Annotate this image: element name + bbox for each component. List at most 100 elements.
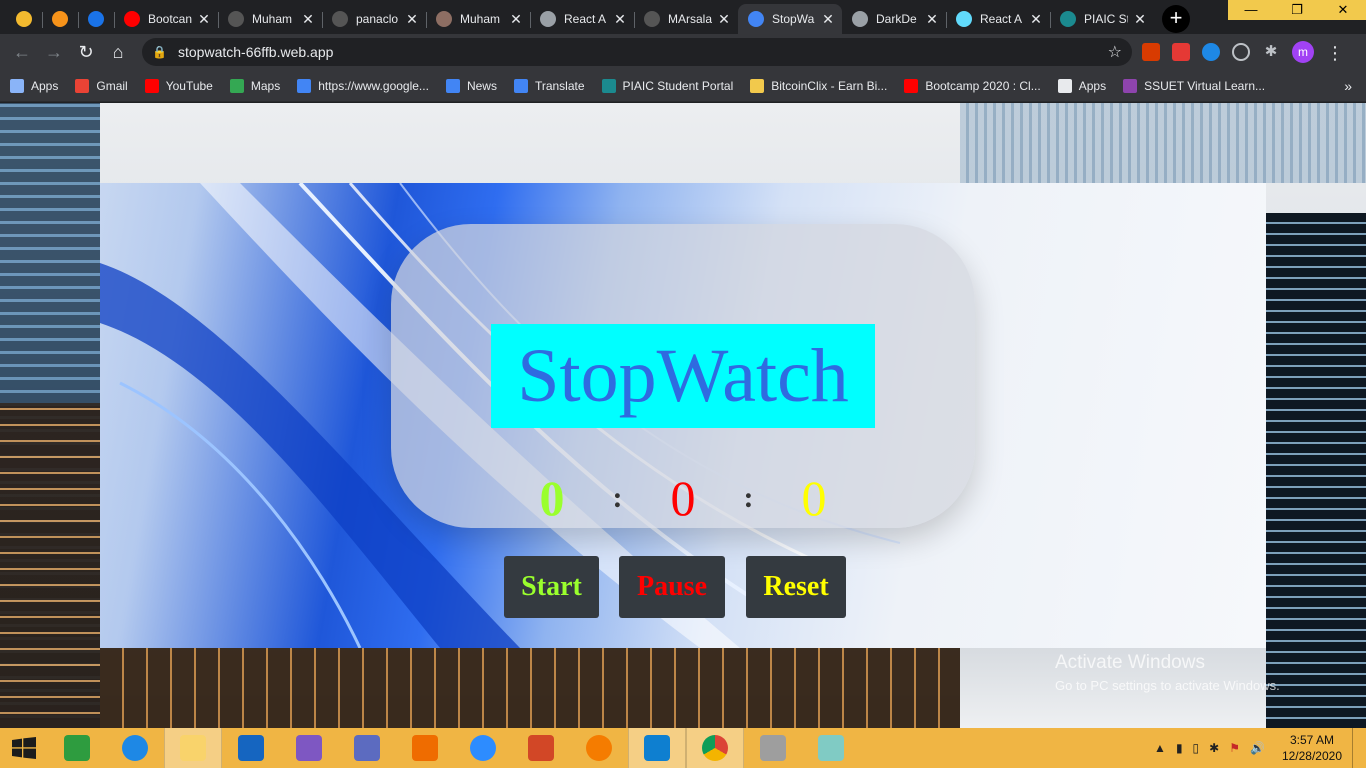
- compass-extension-icon[interactable]: [1202, 43, 1220, 61]
- news-icon: [445, 78, 460, 93]
- taskbar-app[interactable]: [570, 728, 628, 768]
- zoom-icon: [470, 735, 496, 761]
- bookmark-item[interactable]: Maps: [229, 78, 280, 93]
- taskbar-app[interactable]: [744, 728, 802, 768]
- taskbar-app[interactable]: [106, 728, 164, 768]
- network-signal-icon[interactable]: ▮: [1176, 741, 1183, 755]
- bookmark-item[interactable]: Gmail: [75, 78, 128, 93]
- close-tab-icon[interactable]: ✕: [1132, 11, 1148, 28]
- ssuet-icon: [1123, 78, 1138, 93]
- back-button[interactable]: ←: [8, 38, 36, 66]
- close-tab-icon[interactable]: ✕: [300, 11, 316, 28]
- restore-button[interactable]: ❐: [1274, 0, 1320, 20]
- browser-tab[interactable]: Muham ✕: [218, 4, 322, 34]
- minimize-button[interactable]: —: [1228, 0, 1274, 20]
- browser-tab[interactable]: [42, 4, 78, 34]
- translate-icon: [513, 78, 528, 93]
- pdf-extension-icon[interactable]: [1172, 43, 1190, 61]
- address-bar[interactable]: 🔒 stopwatch-66ffb.web.app ☆: [142, 38, 1132, 66]
- notepad-icon: [818, 735, 844, 761]
- taskbar-app[interactable]: [396, 728, 454, 768]
- bookmark-item[interactable]: Translate: [513, 78, 585, 93]
- close-tab-icon[interactable]: ✕: [820, 11, 836, 28]
- url-text[interactable]: stopwatch-66ffb.web.app: [178, 44, 1108, 60]
- bookmark-item[interactable]: YouTube: [144, 78, 213, 93]
- close-tab-icon[interactable]: ✕: [1028, 11, 1044, 28]
- browser-tab[interactable]: DarkDe ✕: [842, 4, 946, 34]
- forward-button[interactable]: →: [40, 38, 68, 66]
- google-icon: [297, 78, 312, 93]
- battery-icon[interactable]: ▯: [1193, 741, 1200, 755]
- browser-tab[interactable]: Bootcan ✕: [114, 4, 218, 34]
- close-tab-icon[interactable]: ✕: [612, 11, 628, 28]
- pause-button[interactable]: Pause: [619, 556, 725, 618]
- profile-avatar[interactable]: m: [1292, 41, 1314, 63]
- browser-tab[interactable]: MArsala ✕: [634, 4, 738, 34]
- taskbar-app[interactable]: [280, 728, 338, 768]
- taskbar-app[interactable]: [454, 728, 512, 768]
- windows-start-button[interactable]: [0, 728, 48, 768]
- bookmark-label: BitcoinClix - Earn Bi...: [771, 78, 888, 93]
- taskbar-app[interactable]: [338, 728, 396, 768]
- bookmark-item[interactable]: PIAIC Student Portal: [601, 78, 733, 93]
- bookmark-item[interactable]: BitcoinClix - Earn Bi...: [750, 78, 888, 93]
- bookmarks-overflow-button[interactable]: »: [1344, 78, 1352, 94]
- close-tab-icon[interactable]: ✕: [716, 11, 732, 28]
- home-button[interactable]: ⌂: [104, 38, 132, 66]
- monitor-app-icon: [760, 735, 786, 761]
- reset-button[interactable]: Reset: [746, 556, 846, 618]
- bookmark-label: https://www.google...: [318, 78, 429, 93]
- office-extension-icon[interactable]: [1142, 43, 1160, 61]
- tray-expand-icon[interactable]: ▲: [1154, 741, 1166, 755]
- taskbar-app[interactable]: [512, 728, 570, 768]
- browser-tab[interactable]: [6, 4, 42, 34]
- bookmark-item[interactable]: Bootcamp 2020 : Cl...: [904, 78, 1041, 93]
- chart-icon: [88, 11, 104, 27]
- show-desktop-button[interactable]: [1352, 728, 1358, 768]
- browser-tab[interactable]: PIAIC St ✕: [1050, 4, 1154, 34]
- volume-icon[interactable]: 🔊: [1250, 741, 1265, 755]
- close-tab-icon[interactable]: ✕: [508, 11, 524, 28]
- c-app-icon: [586, 735, 612, 761]
- tab-title: React A: [980, 12, 1023, 26]
- bookmark-item[interactable]: SSUET Virtual Learn...: [1123, 78, 1265, 93]
- browser-tab[interactable]: StopWa ✕: [738, 4, 842, 34]
- close-tab-icon[interactable]: ✕: [404, 11, 420, 28]
- close-tab-icon[interactable]: ✕: [196, 11, 212, 28]
- taskbar-app[interactable]: [802, 728, 860, 768]
- start-button[interactable]: Start: [504, 556, 599, 618]
- action-center-flag-icon[interactable]: ⚑: [1229, 741, 1240, 755]
- video-player-icon: [412, 735, 438, 761]
- activate-windows-watermark: Activate Windows Go to PC settings to ac…: [1055, 652, 1280, 693]
- close-tab-icon[interactable]: ✕: [924, 11, 940, 28]
- browser-tab[interactable]: panaclo ✕: [322, 4, 426, 34]
- bookmark-item[interactable]: Apps: [1057, 78, 1106, 93]
- timer-seconds: 0: [801, 470, 827, 526]
- background-building-left-lower: [0, 403, 100, 728]
- timer-separator: :: [743, 481, 754, 514]
- bookmark-star-icon[interactable]: ☆: [1108, 42, 1122, 62]
- lock-icon[interactable]: 🔒: [152, 45, 170, 59]
- reload-button[interactable]: ↻: [72, 38, 100, 66]
- bookmark-item[interactable]: News: [445, 78, 497, 93]
- bookmark-item[interactable]: Apps: [10, 78, 58, 93]
- browser-tab[interactable]: React A ✕: [530, 4, 634, 34]
- browser-tab[interactable]: React A ✕: [946, 4, 1050, 34]
- taskbar-app[interactable]: [686, 728, 744, 768]
- new-tab-button[interactable]: +: [1162, 5, 1190, 33]
- browser-tab[interactable]: [78, 4, 114, 34]
- taskbar-app[interactable]: [628, 728, 686, 768]
- bluetooth-icon[interactable]: ✱: [1209, 741, 1219, 755]
- close-window-button[interactable]: ✕: [1320, 0, 1366, 20]
- store-icon: [64, 735, 90, 761]
- target-extension-icon[interactable]: [1232, 43, 1250, 61]
- taskbar-app[interactable]: [222, 728, 280, 768]
- bookmark-item[interactable]: https://www.google...: [297, 78, 429, 93]
- browser-tab[interactable]: Muham ✕: [426, 4, 530, 34]
- taskbar: ▲ ▮ ▯ ✱ ⚑ 🔊 3:57 AM 12/28/2020: [0, 728, 1366, 768]
- taskbar-app[interactable]: [164, 728, 222, 768]
- puzzle-icon[interactable]: ✱: [1262, 43, 1280, 61]
- menu-kebab-icon[interactable]: ⋮: [1326, 43, 1344, 63]
- taskbar-app[interactable]: [48, 728, 106, 768]
- taskbar-clock[interactable]: 3:57 AM 12/28/2020: [1282, 732, 1342, 764]
